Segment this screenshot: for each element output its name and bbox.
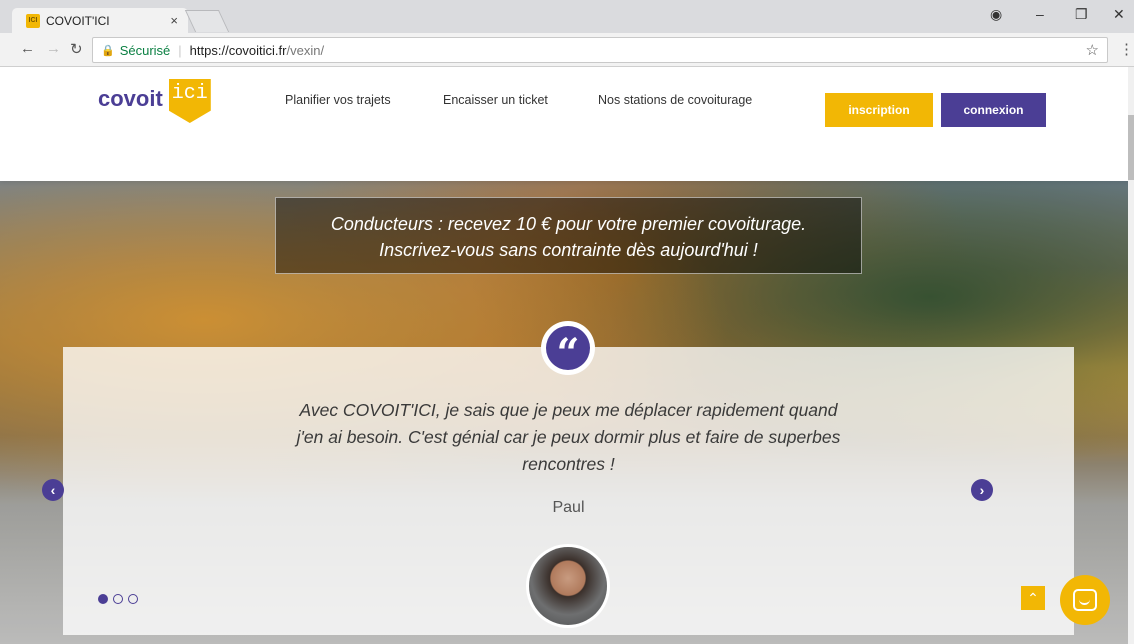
promo-banner: Conducteurs : recevez 10 € pour votre pr… bbox=[275, 197, 862, 274]
forward-icon[interactable]: → bbox=[46, 40, 61, 57]
site-header: covoit ici Planifier vos trajets Encaiss… bbox=[0, 67, 1134, 181]
reload-icon[interactable]: ↻ bbox=[70, 40, 83, 58]
account-icon[interactable]: ◉ bbox=[990, 6, 1002, 23]
site-logo[interactable]: covoit ici bbox=[98, 79, 211, 123]
signup-button[interactable]: inscription bbox=[825, 93, 933, 127]
minimize-icon[interactable]: – bbox=[1036, 6, 1044, 22]
nav-stations[interactable]: Nos stations de covoiturage bbox=[598, 93, 752, 107]
login-button[interactable]: connexion bbox=[941, 93, 1046, 127]
lock-icon: 🔒 bbox=[101, 44, 115, 57]
quote-icon: “ bbox=[546, 326, 590, 377]
chat-launcher-button[interactable] bbox=[1060, 575, 1110, 625]
scroll-to-top-icon[interactable]: ⌃ bbox=[1021, 586, 1045, 610]
new-tab-button[interactable] bbox=[184, 10, 230, 32]
secure-label: Sécurisé bbox=[119, 42, 171, 58]
promo-line-2: Inscrivez-vous sans contrainte dès aujou… bbox=[379, 240, 758, 260]
restore-icon[interactable]: ❐ bbox=[1075, 6, 1088, 23]
avatar-photo bbox=[529, 547, 607, 625]
page-scrollbar[interactable] bbox=[1128, 67, 1134, 644]
carousel-dot[interactable] bbox=[113, 594, 123, 604]
logo-badge: ici bbox=[168, 79, 211, 123]
url-host: https://covoitici.fr bbox=[189, 42, 287, 58]
tab-title: COVOIT'ICI bbox=[46, 13, 110, 28]
testimonial-quote: Avec COVOIT'ICI, je sais que je peux me … bbox=[296, 400, 841, 474]
favicon-icon: ICI bbox=[26, 13, 40, 28]
carousel-dot[interactable] bbox=[128, 594, 138, 604]
avatar bbox=[526, 544, 610, 628]
browser-menu-icon[interactable]: ⋮ bbox=[1119, 40, 1134, 58]
carousel-next-icon[interactable]: › bbox=[971, 479, 993, 501]
testimonial-author: Paul bbox=[552, 499, 585, 516]
website: covoit ici Planifier vos trajets Encaiss… bbox=[0, 67, 1134, 644]
nav-plan-trips[interactable]: Planifier vos trajets bbox=[285, 93, 391, 107]
tab-close-icon[interactable]: × bbox=[170, 13, 178, 28]
address-bar[interactable]: 🔒 Sécurisé | https://covoitici.fr /vexin… bbox=[92, 37, 1108, 63]
carousel-prev-icon[interactable]: ‹ bbox=[42, 479, 64, 501]
url-path: /vexin/ bbox=[286, 42, 325, 58]
quote-badge: “ bbox=[541, 321, 595, 377]
bookmark-star-icon[interactable]: ☆ bbox=[1086, 41, 1099, 59]
nav-cash-ticket[interactable]: Encaisser un ticket bbox=[443, 93, 548, 107]
url-separator: | bbox=[178, 42, 182, 58]
carousel-indicators bbox=[98, 594, 138, 604]
browser-toolbar: ← → ↻ 🔒 Sécurisé | https://covoitici.fr … bbox=[0, 33, 1134, 67]
back-icon[interactable]: ← bbox=[20, 40, 35, 57]
carousel-dot[interactable] bbox=[98, 594, 108, 604]
browser-tabstrip: ICI COVOIT'ICI × ◉ – ❐ ✕ bbox=[0, 0, 1134, 33]
chat-icon bbox=[1073, 589, 1097, 611]
scrollbar-thumb[interactable] bbox=[1128, 115, 1134, 180]
browser-tab[interactable]: ICI COVOIT'ICI × bbox=[12, 8, 188, 33]
hero-section: Conducteurs : recevez 10 € pour votre pr… bbox=[0, 181, 1134, 644]
close-window-icon[interactable]: ✕ bbox=[1113, 6, 1125, 23]
promo-line-1: Conducteurs : recevez 10 € pour votre pr… bbox=[330, 214, 807, 234]
testimonial-card: Avec COVOIT'ICI, je sais que je peux me … bbox=[63, 347, 1074, 635]
logo-wordmark: covoit bbox=[98, 86, 163, 111]
